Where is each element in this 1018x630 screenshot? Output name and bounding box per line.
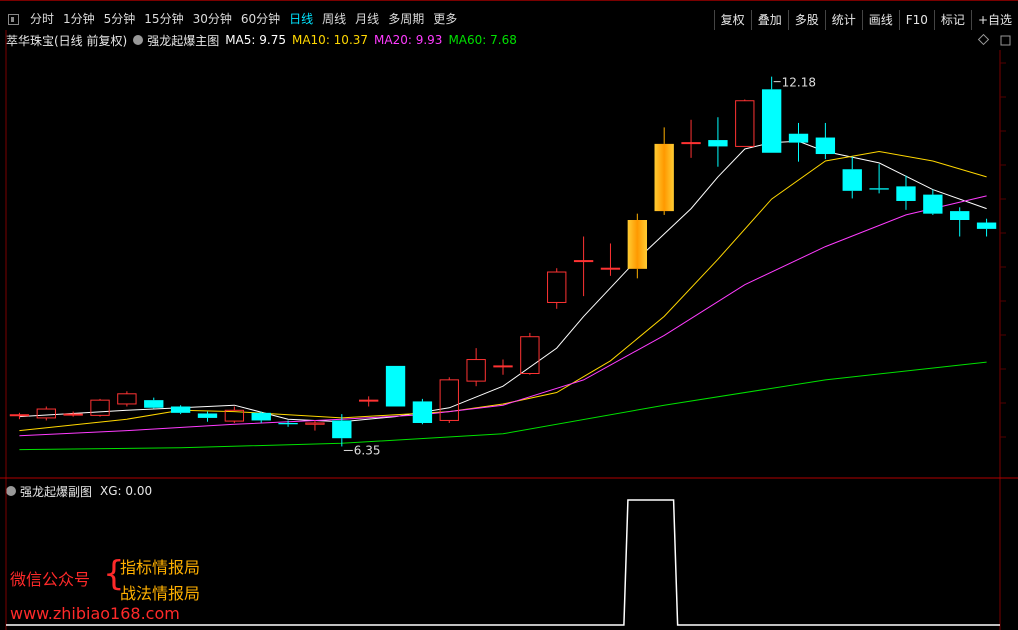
candle-body-23 <box>627 220 647 269</box>
candle-body-11 <box>305 422 325 425</box>
candle-body-29 <box>788 133 809 143</box>
candle-body-12 <box>332 420 352 439</box>
candle-body-21 <box>573 260 594 263</box>
candle-body-35 <box>950 211 970 220</box>
candle-body-30 <box>815 137 836 155</box>
candle-body-9 <box>251 412 271 421</box>
candle-body-24 <box>654 143 674 212</box>
kline-chart[interactable]: 12.18 6.35 <box>0 0 1018 630</box>
candle-body-13 <box>359 399 379 402</box>
candle-body-3 <box>90 399 110 416</box>
candle-body-0 <box>9 414 30 417</box>
candle-body-20 <box>547 271 567 303</box>
candle-body-26 <box>708 140 728 147</box>
candle-body-18 <box>493 365 513 368</box>
ma-line-ma20 <box>19 195 987 437</box>
candle-body-7 <box>197 413 218 418</box>
candle-body-32 <box>869 188 889 190</box>
candle-body-33 <box>896 186 916 201</box>
ma-line-ma60 <box>19 361 987 451</box>
watermark-line2: 指标情报局 <box>120 558 201 577</box>
low-label: 6.35 <box>354 443 381 457</box>
diamond-icon <box>977 33 990 46</box>
candle-body-36 <box>976 222 997 229</box>
candle-body-34 <box>923 194 943 214</box>
candle-body-25 <box>681 142 701 145</box>
candle-body-14 <box>385 365 406 407</box>
candle-body-1 <box>36 408 56 419</box>
candle-body-19 <box>520 336 540 375</box>
square-icon <box>1000 35 1011 46</box>
candle-body-16 <box>439 379 459 421</box>
candle-body-15 <box>412 401 433 423</box>
candle-body-4 <box>117 393 137 405</box>
candle-body-6 <box>170 406 191 413</box>
candle-body-10 <box>278 422 298 425</box>
candle-body-17 <box>466 359 486 382</box>
watermark-line1: 微信公众号 <box>10 570 91 589</box>
candle-body-2 <box>63 413 83 416</box>
high-label: 12.18 <box>782 76 816 90</box>
ma-line-ma5 <box>19 140 987 423</box>
candle-body-22 <box>600 267 621 270</box>
ma-line-ma10 <box>19 150 987 432</box>
candle-body-28 <box>761 89 782 153</box>
candle-body-27 <box>735 100 755 147</box>
watermark-line3: 战法情报局 <box>120 584 201 603</box>
watermark-url: www.zhibiao168.com <box>10 604 180 623</box>
candle-body-31 <box>842 169 862 191</box>
candle-body-5 <box>144 400 164 408</box>
